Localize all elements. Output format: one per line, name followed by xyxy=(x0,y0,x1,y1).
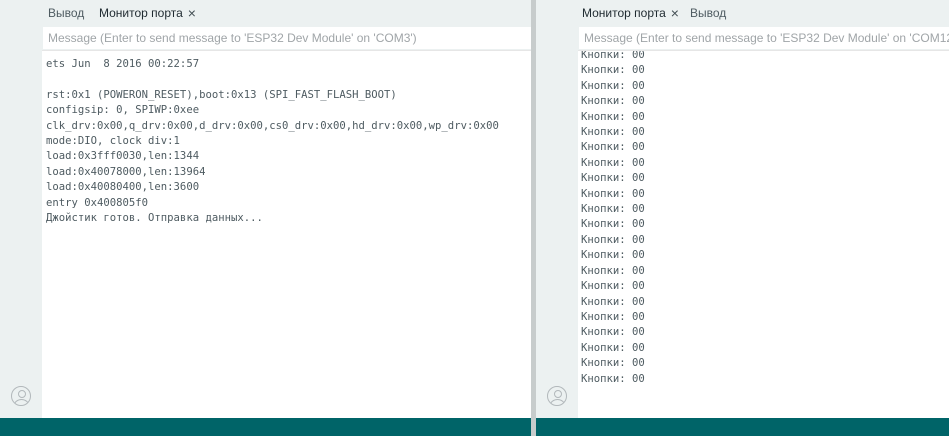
message-input[interactable] xyxy=(579,27,949,49)
tab-serial-monitor-label: Монитор порта xyxy=(582,6,666,20)
right-window: Монитор порта × Вывод Кнопки: 00 Кнопки: … xyxy=(536,0,949,436)
output-line: load:0x40080400,len:3600 xyxy=(46,181,200,194)
output-line: load:0x3fff0030,len:1344 xyxy=(46,150,200,163)
output-line: mode:DIO, clock div:1 xyxy=(46,135,180,148)
output-line: Кнопки: 00 xyxy=(581,372,645,385)
close-icon[interactable]: × xyxy=(188,5,196,21)
output-line: Кнопки: 00 xyxy=(581,79,645,92)
output-line: Кнопки: 00 xyxy=(581,310,645,323)
output-line: rst:0x1 (POWERON_RESET),boot:0x13 (SPI_F… xyxy=(46,88,397,101)
output-line: load:0x40078000,len:13964 xyxy=(46,165,206,178)
tab-output[interactable]: Вывод xyxy=(48,0,84,26)
output-line: Джойстик готов. Отправка данных... xyxy=(46,212,263,225)
tab-output-label: Вывод xyxy=(48,6,85,20)
tab-output[interactable]: Вывод xyxy=(690,0,726,26)
output-line: Кнопки: 00 xyxy=(581,156,645,169)
output-line: Кнопки: 00 xyxy=(581,233,645,246)
tab-serial-monitor[interactable]: Монитор порта × xyxy=(582,0,679,26)
output-line: Кнопки: 00 xyxy=(581,141,645,154)
output-line: Кнопки: 00 xyxy=(581,95,645,108)
serial-output-text: Кнопки: 00 Кнопки: 00 Кнопки: 00 Кнопки:… xyxy=(578,50,949,387)
output-line: clk_drv:0x00,q_drv:0x00,d_drv:0x00,cs0_d… xyxy=(46,119,499,132)
output-line: Кнопки: 00 xyxy=(581,172,645,185)
output-line: Кнопки: 00 xyxy=(581,357,645,370)
output-line: Кнопки: 00 xyxy=(581,264,645,277)
tab-serial-monitor[interactable]: Монитор порта × xyxy=(99,0,196,26)
account-icon[interactable] xyxy=(547,386,567,406)
output-line: Кнопки: 00 xyxy=(581,187,645,200)
output-line: Кнопки: 00 xyxy=(581,110,645,123)
right-tab-bar: Монитор порта × Вывод xyxy=(578,0,949,26)
output-line: ets Jun 8 2016 00:22:57 xyxy=(46,58,200,70)
output-line: Кнопки: 00 xyxy=(581,249,645,262)
tab-output-label: Вывод xyxy=(690,6,727,20)
output-line: Кнопки: 00 xyxy=(581,64,645,77)
account-icon[interactable] xyxy=(11,386,31,406)
left-window: Вывод Монитор порта × ets Jun 8 2016 00:2… xyxy=(0,0,531,436)
left-message-bar xyxy=(42,26,531,50)
right-sidebar xyxy=(536,0,578,418)
output-line: Кнопки: 00 xyxy=(581,126,645,139)
left-sidebar xyxy=(0,0,42,418)
output-line: configsip: 0, SPIWP:0xee xyxy=(46,104,200,117)
message-input[interactable] xyxy=(43,27,531,49)
tab-serial-monitor-label: Монитор порта xyxy=(99,6,183,20)
output-line: Кнопки: 00 xyxy=(581,326,645,339)
right-message-bar xyxy=(578,26,949,50)
output-line: Кнопки: 00 xyxy=(581,203,645,216)
output-line: entry 0x400805f0 xyxy=(46,196,149,209)
serial-output[interactable]: Кнопки: 00 Кнопки: 00 Кнопки: 00 Кнопки:… xyxy=(578,50,949,418)
output-line: Кнопки: 00 xyxy=(581,295,645,308)
output-line: Кнопки: 00 xyxy=(581,341,645,354)
output-line: Кнопки: 00 xyxy=(581,280,645,293)
output-line: Кнопки: 00 xyxy=(581,50,645,61)
serial-output[interactable]: ets Jun 8 2016 00:22:57 rst:0x1 (POWERON… xyxy=(42,50,531,418)
close-icon[interactable]: × xyxy=(671,5,679,21)
status-bar xyxy=(0,418,531,436)
output-line: Кнопки: 00 xyxy=(581,218,645,231)
left-tab-bar: Вывод Монитор порта × xyxy=(42,0,531,26)
status-bar xyxy=(536,418,949,436)
serial-output-text: ets Jun 8 2016 00:22:57 rst:0x1 (POWERON… xyxy=(42,51,531,226)
